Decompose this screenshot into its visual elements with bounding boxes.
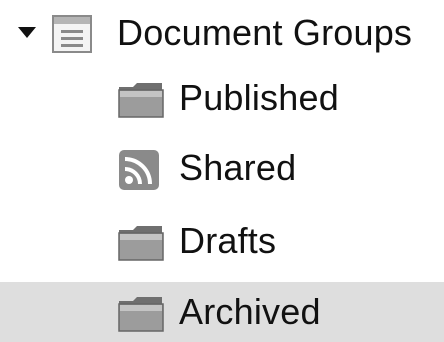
folder-icon (118, 226, 164, 261)
document-list-icon (52, 15, 92, 53)
tree-item-archived[interactable]: Archived (0, 282, 444, 342)
tree-node-document-groups[interactable]: Document Groups (0, 2, 444, 64)
tree-item-published[interactable]: Published (0, 67, 444, 129)
tree-item-label: Archived (179, 291, 321, 332)
tree-item-label: Drafts (179, 220, 277, 261)
tree-item-label: Published (179, 77, 339, 118)
document-groups-tree: Document Groups Published Shared Drafts (0, 0, 444, 342)
folder-icon (118, 83, 164, 118)
folder-icon (118, 297, 164, 332)
tree-item-drafts[interactable]: Drafts (0, 210, 444, 272)
expand-triangle-icon[interactable] (18, 27, 36, 38)
tree-node-label: Document Groups (117, 12, 413, 53)
rss-feed-icon (119, 150, 159, 190)
tree-item-label: Shared (179, 147, 297, 188)
tree-item-shared[interactable]: Shared (0, 137, 444, 199)
